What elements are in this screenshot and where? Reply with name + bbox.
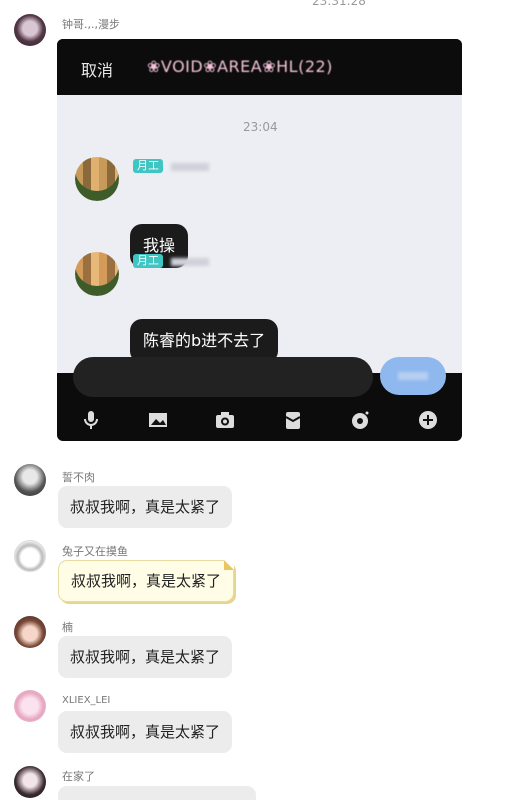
top-timestamp: 23:31:28	[312, 0, 366, 8]
avatar[interactable]	[14, 14, 46, 46]
mic-icon	[84, 411, 98, 429]
sender-name: 在家了	[62, 770, 95, 783]
send-button	[380, 357, 446, 395]
reply-bubble: 叔叔我啊，真是太紧了	[58, 486, 233, 528]
reply-text: 叔叔我啊，真是太紧了	[71, 572, 222, 590]
member-tag: 月工	[133, 159, 163, 173]
sender-name: 誓不肉	[62, 471, 95, 484]
avatar[interactable]	[14, 690, 46, 722]
member-tag: 月工	[133, 254, 163, 268]
screenshot-header: 取消 ❀VOID❀AREA❀HL(22)	[57, 39, 462, 95]
reply-bubble: 叔叔我啊，真是太紧了	[58, 636, 233, 678]
avatar[interactable]	[14, 540, 46, 572]
plus-icon	[419, 411, 437, 429]
sender-name: 楠	[62, 621, 73, 634]
screenshot-timestamp: 23:04	[243, 120, 278, 134]
chat-screenshot-image[interactable]: 取消 ❀VOID❀AREA❀HL(22) 23:04 月工 我操 月工 陈睿的b…	[57, 39, 462, 441]
avatar[interactable]	[14, 616, 46, 648]
hongbao-icon	[352, 411, 369, 429]
pixelated-avatar	[75, 252, 119, 296]
blurred-username	[171, 163, 209, 171]
cancel-label: 取消	[81, 61, 114, 80]
screenshot-chat-area: 23:04 月工 我操 月工 陈睿的b进不去了	[57, 95, 462, 373]
group-title: ❀VOID❀AREA❀HL(22)	[147, 57, 333, 76]
avatar[interactable]	[14, 766, 46, 798]
sticky-note-fold	[224, 560, 235, 570]
reply-bubble	[58, 786, 256, 800]
reply-bubble: 叔叔我啊，真是太紧了	[58, 711, 233, 753]
camera-icon	[216, 412, 234, 428]
gift-icon	[285, 412, 301, 429]
message-input	[73, 357, 373, 397]
pixelated-avatar	[75, 157, 119, 201]
image-icon	[149, 413, 167, 427]
blurred-username	[171, 258, 209, 266]
screenshot-toolbar	[57, 405, 462, 433]
sender-name: XLIEX_LEI	[62, 695, 111, 706]
reply-bubble: 叔叔我啊，真是太紧了	[58, 560, 235, 602]
sender-name: 兔子又在摸鱼	[62, 545, 128, 558]
avatar[interactable]	[14, 464, 46, 496]
sender-name: 钟哥.,.,漫步	[62, 18, 120, 31]
